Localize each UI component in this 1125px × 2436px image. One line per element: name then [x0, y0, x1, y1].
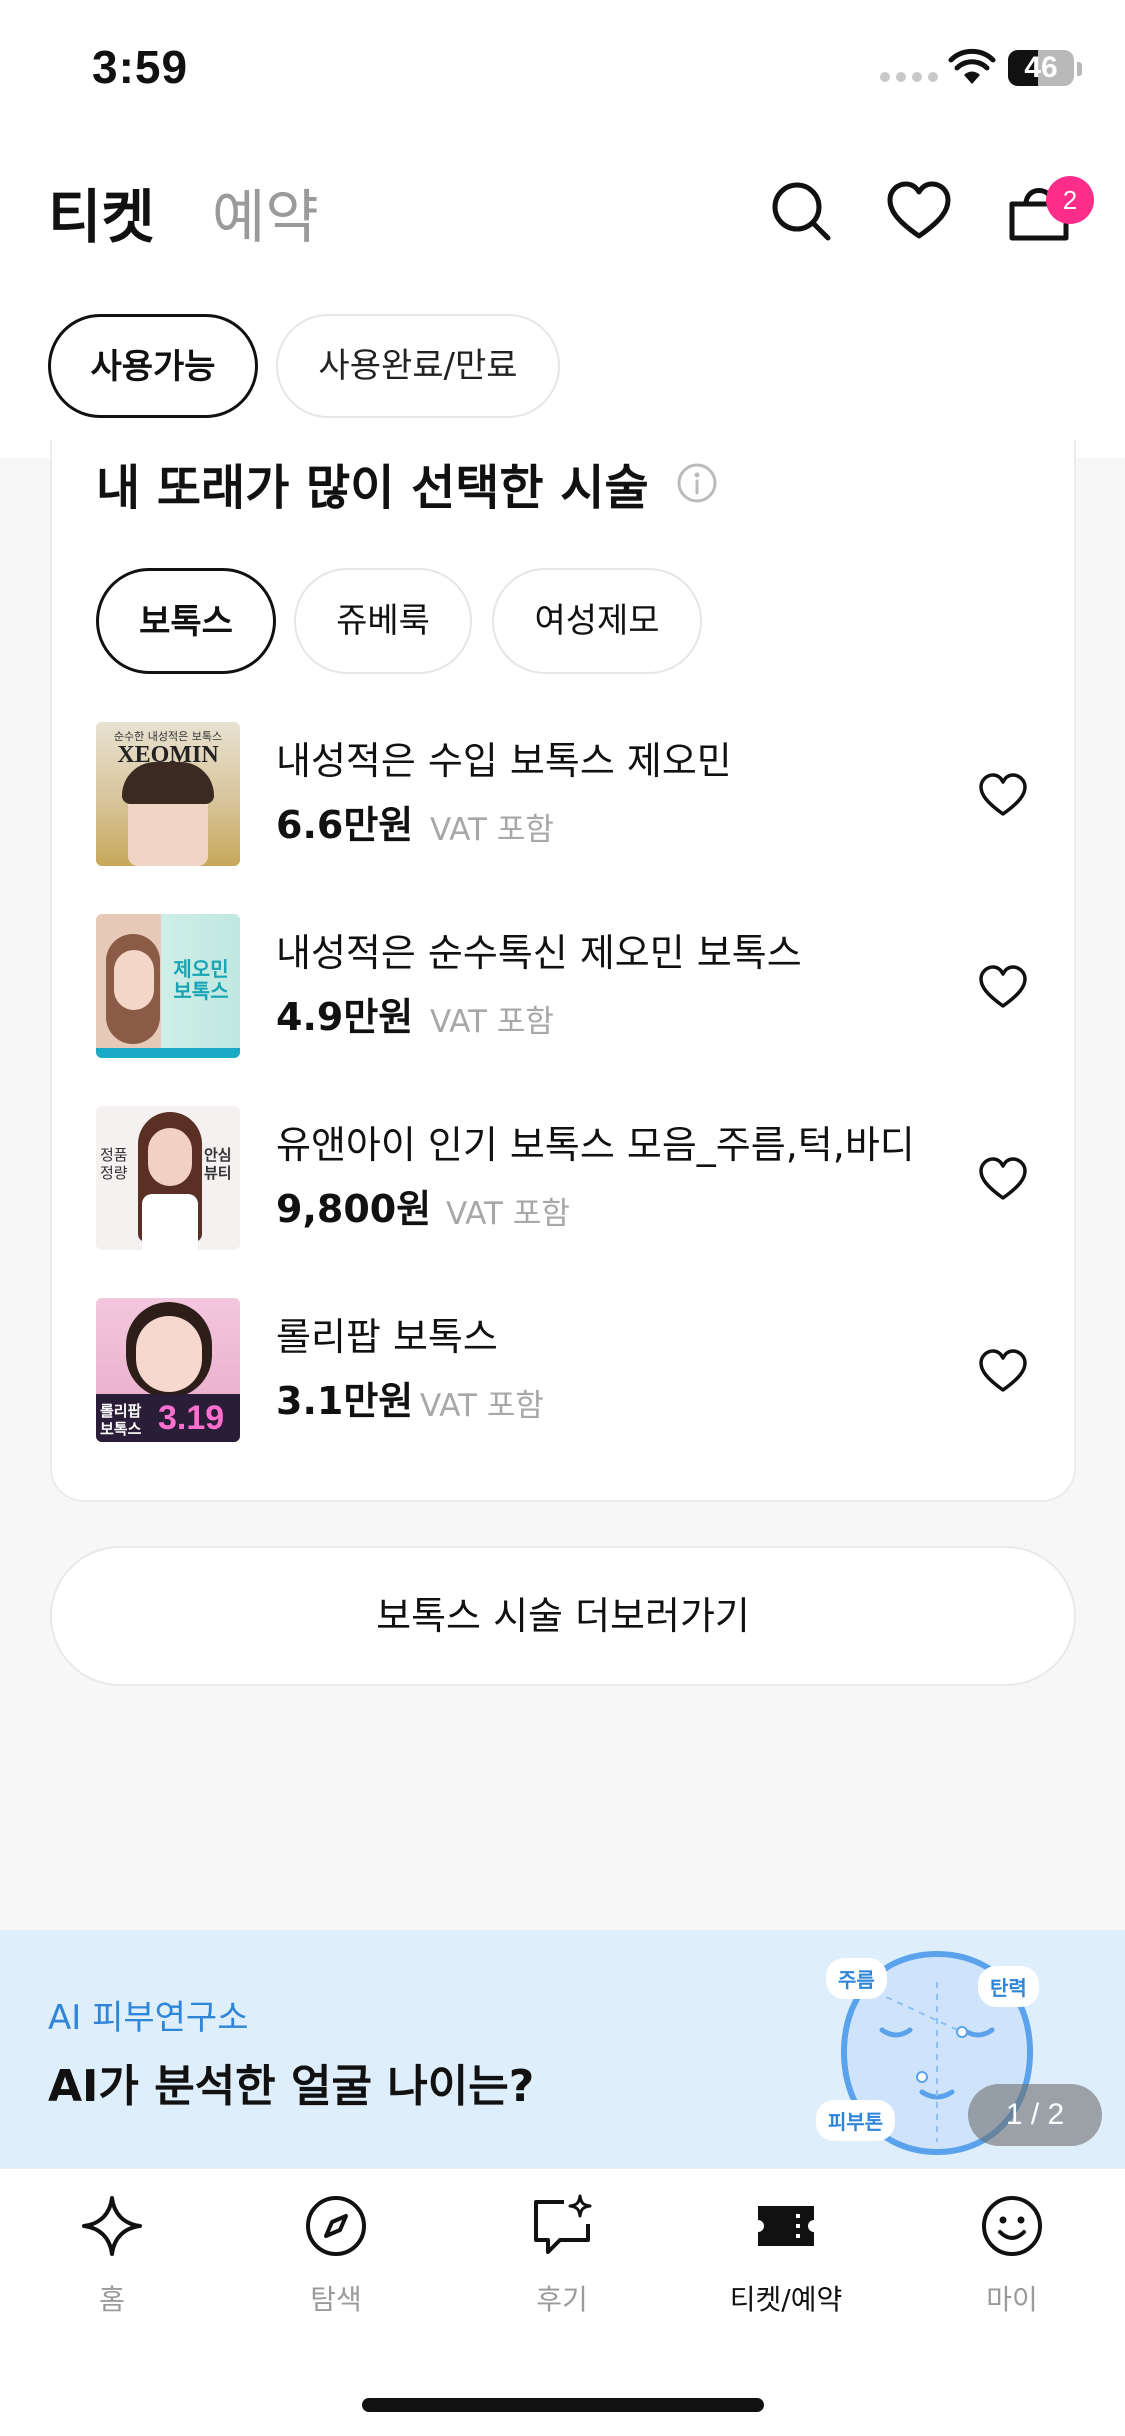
banner-title: AI가 분석한 얼굴 나이는?	[48, 2061, 535, 2112]
tab-ticket[interactable]: 티켓	[48, 170, 155, 254]
battery-tip	[1077, 62, 1082, 76]
thumb-title: 롤리팝 보톡스	[100, 1402, 142, 1438]
thumb-price: 3.19	[158, 1399, 225, 1437]
nav-label: 탐색	[310, 2283, 362, 2316]
item-price: 9,800원	[276, 1187, 432, 1231]
item-vat: VAT 포함	[430, 812, 554, 848]
tag-skin-tone: 피부톤	[816, 2100, 896, 2141]
nav-label: 홈	[99, 2283, 125, 2316]
item-name: 내성적은 수입 보톡스 제오민	[276, 739, 732, 783]
cellular-signal-icon	[880, 72, 938, 82]
compass-icon	[306, 2196, 366, 2256]
cart-count-badge: 2	[1046, 176, 1094, 224]
list-item[interactable]: 제오민 보톡스 내성적은 순수톡신 제오민 보톡스 4.9만원 VAT 포함	[96, 914, 1056, 1060]
search-icon[interactable]	[768, 178, 834, 244]
nav-ticket-reservation[interactable]: 티켓/예약	[706, 2194, 866, 2316]
tab-reservation[interactable]: 예약	[212, 170, 319, 254]
wifi-icon	[948, 48, 996, 84]
item-thumbnail: 정품 정량 안심 뷰티	[96, 1106, 240, 1250]
item-name: 롤리팝 보톡스	[276, 1315, 498, 1359]
item-price: 3.1만원	[276, 1379, 414, 1423]
list-item[interactable]: 롤리팝 보톡스 3.19 롤리팝 보톡스 3.1만원 VAT 포함	[96, 1298, 1056, 1444]
status-time: 3:59	[92, 41, 189, 93]
item-thumbnail: 제오민 보톡스	[96, 914, 240, 1058]
battery-icon: 46	[1008, 50, 1074, 86]
heart-icon[interactable]	[978, 964, 1028, 1010]
review-icon	[534, 2194, 592, 2254]
thumb-left-text: 정품 정량	[100, 1146, 128, 1182]
list-item[interactable]: 정품 정량 안심 뷰티 유앤아이 인기 보톡스 모음_주름,턱,바디 9,800…	[96, 1106, 1056, 1252]
item-name: 내성적은 순수톡신 제오민 보톡스	[276, 931, 802, 975]
ticket-icon	[758, 2206, 814, 2246]
more-botox-button[interactable]: 보톡스 시술 더보러가기	[50, 1546, 1076, 1686]
list-item[interactable]: 순수한 내성적은 보톡스 XEOMIN 내성적은 수입 보톡스 제오민 6.6만…	[96, 722, 1056, 868]
heart-icon[interactable]	[978, 1156, 1028, 1202]
info-icon[interactable]	[676, 462, 718, 504]
smiley-icon	[982, 2196, 1042, 2256]
filter-used-expired-chip[interactable]: 사용완료/만료	[276, 314, 560, 418]
category-hair-removal-chip[interactable]: 여성제모	[492, 568, 702, 674]
nav-label: 티켓/예약	[729, 2283, 843, 2316]
home-indicator[interactable]	[362, 2398, 764, 2412]
item-name: 유앤아이 인기 보톡스 모음_주름,턱,바디	[276, 1123, 915, 1167]
category-juvelook-chip[interactable]: 쥬베룩	[294, 568, 472, 674]
thumb-title: 제오민 보톡스	[173, 957, 229, 1003]
item-vat: VAT 포함	[420, 1388, 544, 1424]
category-botox-chip[interactable]: 보톡스	[96, 568, 276, 674]
banner-subtitle: AI 피부연구소	[48, 1998, 249, 2038]
heart-icon[interactable]	[978, 1348, 1028, 1394]
item-price: 4.9만원	[276, 995, 414, 1039]
sparkle-icon	[82, 2196, 142, 2256]
filter-available-chip[interactable]: 사용가능	[48, 314, 258, 418]
item-vat: VAT 포함	[446, 1196, 570, 1232]
nav-home[interactable]: 홈	[32, 2194, 192, 2316]
item-thumbnail: 롤리팝 보톡스 3.19	[96, 1298, 240, 1442]
thumb-right-text: 안심 뷰티	[204, 1146, 232, 1182]
battery-percent: 46	[1024, 51, 1058, 84]
item-thumbnail: 순수한 내성적은 보톡스 XEOMIN	[96, 722, 240, 866]
item-price: 6.6만원	[276, 803, 414, 847]
nav-reviews[interactable]: 후기	[482, 2194, 642, 2316]
nav-label: 후기	[536, 2283, 588, 2316]
banner-pager: 1 / 2	[968, 2084, 1102, 2146]
tag-elasticity: 탄력	[978, 1966, 1039, 2007]
nav-label: 마이	[986, 2283, 1038, 2316]
nav-my[interactable]: 마이	[932, 2194, 1092, 2316]
nav-explore[interactable]: 탐색	[256, 2194, 416, 2316]
section-title: 내 또래가 많이 선택한 시술	[96, 460, 649, 516]
heart-icon[interactable]	[978, 772, 1028, 818]
wishlist-heart-icon[interactable]	[886, 178, 952, 244]
tag-wrinkle: 주름	[826, 1958, 887, 1999]
item-vat: VAT 포함	[430, 1004, 554, 1040]
